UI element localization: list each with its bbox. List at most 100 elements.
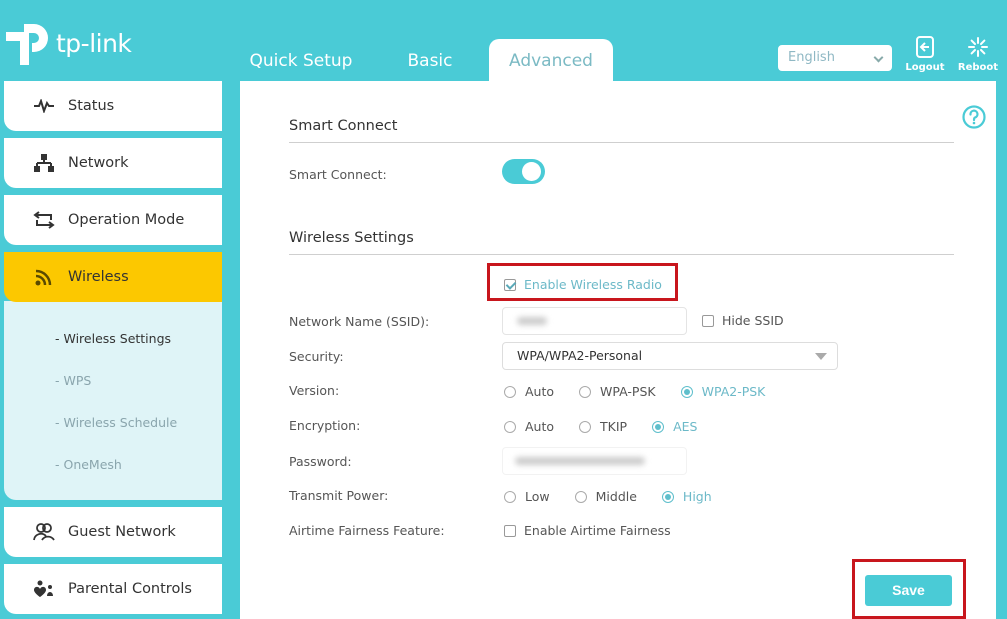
logout-label: Logout [905, 62, 945, 73]
radio-icon [504, 490, 516, 503]
airtime-fairness-checkbox-label: Enable Airtime Fairness [524, 523, 671, 538]
security-select[interactable]: WPA/WPA2-Personal [502, 342, 838, 370]
guests-icon [30, 523, 58, 541]
password-label: Password: [289, 454, 352, 469]
brand-name: tp-link [56, 28, 132, 58]
radio-icon [579, 420, 592, 433]
version-auto-radio[interactable]: Auto [504, 384, 554, 399]
pulse-icon [30, 99, 58, 113]
ssid-label: Network Name (SSID): [289, 314, 430, 329]
enable-wireless-radio-checkbox[interactable]: Enable Wireless Radio [504, 277, 662, 292]
password-value-blurred [515, 457, 645, 465]
version-radio-group: Auto WPA-PSK WPA2-PSK [504, 384, 765, 399]
section-divider [289, 142, 954, 143]
radio-selected-icon [680, 385, 693, 398]
dropdown-arrow-icon [815, 353, 827, 360]
power-middle-radio[interactable]: Middle [574, 489, 637, 504]
submenu-wireless-settings[interactable]: - Wireless Settings [55, 331, 171, 346]
smart-connect-heading: Smart Connect [289, 118, 398, 134]
reboot-button[interactable]: Reboot [956, 36, 1000, 73]
sidebar-item-label: Guest Network [68, 524, 176, 540]
chevron-down-icon [873, 52, 884, 63]
radio-icon [579, 385, 592, 398]
sidebar-item-label: Status [68, 98, 115, 114]
checkbox-unchecked-icon [504, 524, 516, 537]
logout-button[interactable]: Logout [903, 36, 947, 73]
radio-selected-icon [652, 420, 665, 433]
section-divider [289, 254, 954, 255]
radio-label: WPA2-PSK [701, 384, 766, 399]
tab-advanced[interactable]: Advanced [489, 39, 613, 81]
sidebar-item-network[interactable]: Network [4, 138, 222, 188]
radio-label: Low [525, 489, 550, 504]
transmit-power-radio-group: Low Middle High [504, 489, 712, 504]
radio-label: WPA-PSK [600, 384, 656, 399]
tab-basic[interactable]: Basic [370, 39, 490, 81]
sidebar-item-label: Wireless [68, 269, 129, 285]
radio-label: Auto [525, 419, 555, 434]
version-wpa2-psk-radio[interactable]: WPA2-PSK [680, 384, 766, 399]
logout-icon [903, 36, 947, 58]
wireless-submenu: - Wireless Settings - WPS - Wireless Sch… [4, 301, 222, 500]
language-selected: English [788, 50, 835, 65]
encryption-tkip-radio[interactable]: TKIP [579, 419, 627, 434]
encryption-radio-group: Auto TKIP AES [504, 419, 697, 434]
password-input[interactable] [502, 447, 687, 475]
ssid-input[interactable] [502, 307, 687, 335]
reboot-icon [956, 36, 1000, 58]
sidebar-item-parental-controls[interactable]: Parental Controls [4, 564, 222, 614]
checkbox-unchecked-icon [702, 314, 714, 327]
tab-quick-setup[interactable]: Quick Setup [232, 39, 370, 81]
sidebar-item-label: Network [68, 155, 129, 171]
parental-icon [30, 580, 58, 598]
ssid-value-blurred [517, 317, 547, 325]
wifi-icon [30, 268, 58, 286]
sidebar-item-operation-mode[interactable]: Operation Mode [4, 195, 222, 245]
hide-ssid-checkbox[interactable]: Hide SSID [702, 313, 784, 328]
sidebar-item-wireless[interactable]: Wireless [4, 252, 222, 302]
radio-label: High [682, 489, 712, 504]
sidebar-item-label: Operation Mode [68, 212, 185, 228]
encryption-auto-radio[interactable]: Auto [504, 419, 554, 434]
radio-icon [574, 490, 587, 503]
sidebar-item-guest-network[interactable]: Guest Network [4, 507, 222, 557]
transmit-power-label: Transmit Power: [289, 488, 389, 503]
radio-label: Middle [595, 489, 637, 504]
submenu-wps[interactable]: - WPS [55, 373, 91, 388]
question-circle-icon[interactable] [962, 105, 986, 133]
power-high-radio[interactable]: High [661, 489, 712, 504]
airtime-fairness-checkbox[interactable]: Enable Airtime Fairness [504, 523, 671, 538]
radio-icon [504, 385, 516, 398]
power-low-radio[interactable]: Low [504, 489, 550, 504]
submenu-onemesh[interactable]: - OneMesh [55, 457, 122, 472]
security-selected: WPA/WPA2-Personal [517, 348, 643, 363]
sidebar-item-label: Parental Controls [68, 581, 192, 597]
radio-selected-icon [661, 490, 674, 503]
version-wpa-psk-radio[interactable]: WPA-PSK [579, 384, 656, 399]
smart-connect-toggle[interactable] [502, 159, 545, 184]
tp-link-logo: tp-link [4, 18, 132, 68]
wireless-settings-heading: Wireless Settings [289, 230, 414, 246]
version-label: Version: [289, 383, 340, 398]
tp-link-logo-icon [4, 18, 54, 68]
sidebar-item-status[interactable]: Status [4, 81, 222, 131]
hide-ssid-label: Hide SSID [722, 313, 784, 328]
language-select[interactable]: English [778, 45, 892, 71]
main-panel: Smart Connect Smart Connect: Wireless Se… [240, 81, 996, 619]
top-tabs: Quick Setup Basic Advanced [232, 39, 613, 81]
smart-connect-label: Smart Connect: [289, 167, 387, 182]
radio-icon [504, 420, 516, 433]
security-label: Security: [289, 349, 344, 364]
airtime-fairness-label: Airtime Fairness Feature: [289, 523, 445, 538]
swap-arrows-icon [30, 211, 58, 229]
save-button[interactable]: Save [865, 575, 952, 606]
radio-label: TKIP [600, 419, 628, 434]
radio-label: Auto [525, 384, 555, 399]
encryption-aes-radio[interactable]: AES [652, 419, 697, 434]
enable-wireless-radio-label: Enable Wireless Radio [524, 277, 662, 292]
submenu-wireless-schedule[interactable]: - Wireless Schedule [55, 415, 177, 430]
encryption-label: Encryption: [289, 418, 361, 433]
toggle-knob [522, 162, 541, 181]
network-tree-icon [30, 154, 58, 172]
radio-label: AES [673, 419, 698, 434]
